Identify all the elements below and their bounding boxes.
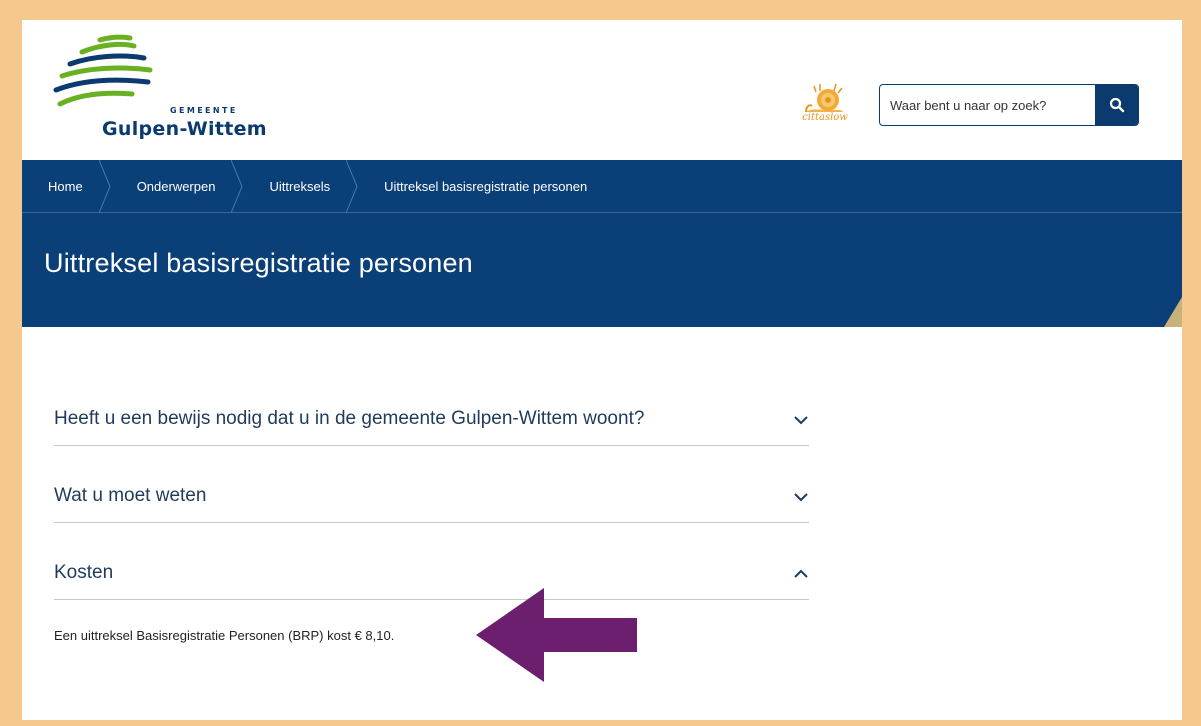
breadcrumb-separator-icon [346,159,358,213]
page-title: Uittreksel basisregistratie personen [44,248,473,278]
accordion-title: Kosten [54,562,114,583]
page-frame: GEMEENTE Gulpen-Wittem cittaslow Waar be… [22,20,1182,720]
chevron-down-icon [794,493,808,502]
snail-icon [805,83,844,113]
accordion-item-bewijs: Heeft u een bewijs nodig dat u in de gem… [54,392,809,469]
cittaslow-logo[interactable]: cittaslow [800,82,850,132]
chevron-down-icon [794,416,808,425]
breadcrumb-uittreksels[interactable]: Uittreksels [243,160,346,213]
page-banner: Home Onderwerpen Uittreksels Uittreksel … [22,159,1182,327]
logo-name: Gulpen-Wittem [102,118,267,140]
breadcrumb-separator-icon [231,159,244,213]
municipality-logo[interactable]: GEMEENTE Gulpen-Wittem [52,34,272,140]
breadcrumb-separator-icon [98,159,111,213]
accordion-title: Wat u moet weten [54,485,207,506]
search-input[interactable] [880,85,1095,125]
chevron-up-icon [794,569,808,578]
accordion-header-kosten[interactable]: Kosten [54,546,809,600]
breadcrumb-home[interactable]: Home [22,160,99,213]
accordion-item-wat-u-moet-weten: Wat u moet weten [54,469,809,546]
logo-swoosh-icon [53,34,153,107]
accordion-header-wat-u-moet-weten[interactable]: Wat u moet weten [54,469,809,523]
accordion-item-kosten: Kosten [54,546,809,623]
cittaslow-label: cittaslow [802,112,848,123]
accordion-header-bewijs[interactable]: Heeft u een bewijs nodig dat u in de gem… [54,392,809,446]
search-icon [1109,97,1124,113]
search-button[interactable] [1095,85,1138,125]
breadcrumb: Home Onderwerpen Uittreksels Uittreksel … [22,159,1182,213]
site-header: GEMEENTE Gulpen-Wittem cittaslow [22,20,1182,160]
arrow-left-icon [476,588,637,682]
breadcrumb-onderwerpen[interactable]: Onderwerpen [111,160,232,213]
accordion-title: Heeft u een bewijs nodig dat u in de gem… [54,408,645,429]
banner-image-corner [1164,297,1182,327]
search-bar [879,84,1139,126]
cost-text: Een uittreksel Basisregistratie Personen… [54,628,395,643]
logo-small-text: GEMEENTE [170,106,238,115]
breadcrumb-current: Uittreksel basisregistratie personen [384,178,588,194]
accordion: Heeft u een bewijs nodig dat u in de gem… [54,392,809,623]
